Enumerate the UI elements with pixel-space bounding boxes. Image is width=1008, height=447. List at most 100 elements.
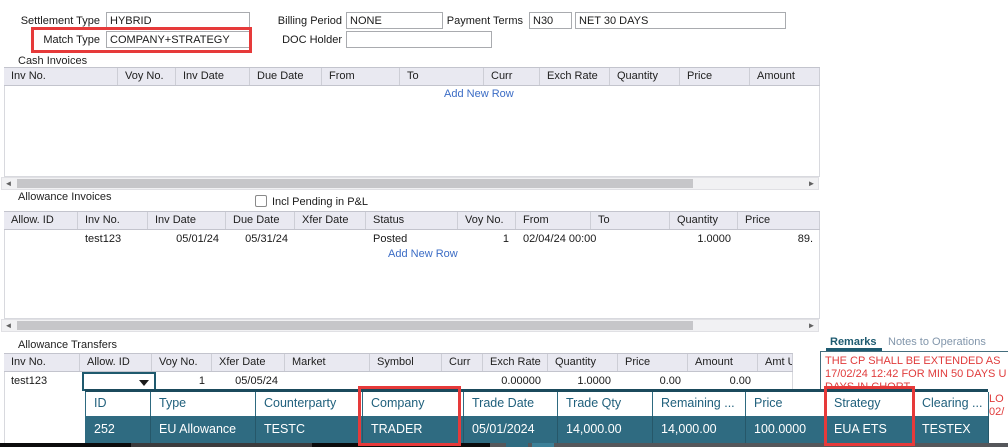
- payment-terms-description-field[interactable]: [575, 12, 786, 29]
- allowance-transfers-header-quantity: Quantity: [548, 354, 618, 371]
- annotation-box-strategy: [824, 386, 915, 446]
- doc-holder-label: DOC Holder: [240, 34, 342, 46]
- trade-dropdown-header-counterparty: Counterparty: [256, 392, 363, 416]
- taskbar-segment: [131, 443, 312, 447]
- cash-invoices-header-from: From: [322, 68, 400, 85]
- allowance-transfers-header-amount: Amount: [688, 354, 758, 371]
- allowance-invoices-header-inv-date: Inv Date: [148, 212, 226, 229]
- cash-invoices-hscrollbar[interactable]: ◄ ►: [1, 177, 819, 190]
- cash-invoices-header-row: Inv No.Voy No.Inv DateDue DateFromToCurr…: [4, 67, 820, 86]
- trade-dropdown-cell-2[interactable]: TESTC: [256, 416, 363, 443]
- allowance-invoices-header-price: Price: [738, 212, 820, 229]
- cash-invoices-header-curr: Curr: [484, 68, 540, 85]
- allowance-transfers-header-market: Market: [285, 354, 370, 371]
- cash-invoices-header-to: To: [400, 68, 484, 85]
- trade-dropdown-header-trade-date: Trade Date: [464, 392, 558, 416]
- taskbar-segment: [532, 443, 554, 447]
- allowance-transfers-cell-0[interactable]: test123: [4, 373, 80, 391]
- incl-pending-checkbox[interactable]: [255, 195, 267, 207]
- allowance-invoices-row[interactable]: test12305/01/2405/31/24 Posted102/04/24 0…: [4, 231, 820, 248]
- payment-terms-code-field[interactable]: [529, 12, 572, 29]
- allowance-transfers-title: Allowance Transfers: [18, 339, 117, 351]
- allowance-transfers-header-xfer-date: Xfer Date: [212, 354, 285, 371]
- trade-dropdown-cell-7[interactable]: 100.0000: [746, 416, 826, 443]
- trade-dropdown-cell-6[interactable]: 14,000.00: [653, 416, 746, 443]
- chevron-down-icon: [139, 380, 149, 386]
- taskbar-segment: [490, 443, 1008, 447]
- trade-dropdown-header-id: ID: [86, 392, 151, 416]
- remarks-line-fragment: LO: [989, 393, 1004, 405]
- trade-dropdown-cell-1[interactable]: EU Allowance: [151, 416, 256, 443]
- trade-dropdown-header-type: Type: [151, 392, 256, 416]
- doc-holder-field[interactable]: [346, 31, 492, 48]
- allowance-invoices-cell-7[interactable]: 02/04/24 00:00: [516, 231, 591, 248]
- allowance-invoices-cell-0[interactable]: [4, 231, 78, 248]
- allowance-invoices-header-inv-no: Inv No.: [78, 212, 148, 229]
- remarks-line: 17/02/24 12:42 FOR MIN 50 DAYS U: [825, 368, 1006, 380]
- trade-dropdown-header-clearing: Clearing ...: [914, 392, 989, 416]
- cash-invoices-add-new-row-link[interactable]: Add New Row: [444, 88, 514, 100]
- cash-invoices-title: Cash Invoices: [18, 55, 87, 67]
- allowance-transfers-header-inv-no: Inv No.: [4, 354, 80, 371]
- allowance-transfers-header-exch-rate: Exch Rate: [483, 354, 548, 371]
- allowance-invoices-cell-1[interactable]: test123: [78, 231, 148, 248]
- cash-invoices-header-exch-rate: Exch Rate: [540, 68, 610, 85]
- cash-invoices-header-voy-no: Voy No.: [118, 68, 176, 85]
- cash-invoices-scroll-thumb[interactable]: [17, 179, 693, 188]
- allowance-invoices-cell-5[interactable]: Posted: [366, 231, 458, 248]
- tab-notes-to-operations[interactable]: Notes to Operations: [888, 336, 986, 348]
- scroll-right-icon[interactable]: ►: [805, 178, 818, 189]
- allowance-invoices-hscrollbar[interactable]: ◄ ►: [1, 319, 819, 332]
- taskbar-segment: [506, 443, 528, 447]
- cash-invoices-header-quantity: Quantity: [610, 68, 680, 85]
- allowance-transfers-header-row: Inv No.Allow. IDVoy No.Xfer DateMarketSy…: [4, 353, 793, 372]
- allowance-invoices-cell-6[interactable]: 1: [458, 231, 516, 248]
- cash-invoices-body: [4, 86, 820, 177]
- page: { "form": { "settlement_type": { "label"…: [0, 0, 1008, 447]
- allowance-invoices-header-allow-id: Allow. ID: [4, 212, 78, 229]
- cash-invoices-header-due-date: Due Date: [250, 68, 322, 85]
- scroll-left-icon[interactable]: ◄: [2, 178, 15, 189]
- cash-invoices-header-inv-date: Inv Date: [176, 68, 250, 85]
- allowance-invoices-header-row: Allow. IDInv No.Inv DateDue DateXfer Dat…: [4, 211, 820, 230]
- allowance-invoices-cell-9[interactable]: 1.0000: [670, 231, 738, 248]
- allowance-invoices-header-xfer-date: Xfer Date: [295, 212, 366, 229]
- allowance-transfers-header-amt-u: Amt U: [758, 354, 793, 371]
- annotation-box-company: [358, 386, 461, 446]
- allowance-invoices-cell-8[interactable]: [591, 231, 670, 248]
- incl-pending-label: Incl Pending in P&L: [272, 196, 368, 208]
- scroll-left-icon[interactable]: ◄: [2, 320, 15, 331]
- settlement-type-label: Settlement Type: [0, 15, 100, 27]
- allowance-transfers-header-symbol: Symbol: [370, 354, 442, 371]
- allowance-invoices-title: Allowance Invoices: [18, 191, 112, 203]
- allowance-invoices-header-status: Status: [366, 212, 458, 229]
- remarks-line-fragment: 02/: [989, 406, 1004, 418]
- allowance-invoices-header-to: To: [591, 212, 670, 229]
- trade-dropdown-header-price: Price: [746, 392, 826, 416]
- billing-period-label: Billing Period: [240, 15, 342, 27]
- trade-dropdown-cell-4[interactable]: 05/01/2024: [464, 416, 558, 443]
- allowance-invoices-header-quantity: Quantity: [670, 212, 738, 229]
- allowance-invoices-scroll-thumb[interactable]: [17, 321, 693, 330]
- trade-dropdown-header-trade-qty: Trade Qty: [558, 392, 653, 416]
- tab-remarks[interactable]: Remarks: [830, 336, 876, 348]
- cash-invoices-header-amount: Amount: [750, 68, 820, 85]
- trade-dropdown-header-remaining: Remaining ...: [653, 392, 746, 416]
- scroll-right-icon[interactable]: ►: [805, 320, 818, 331]
- allowance-invoices-add-new-row-link[interactable]: Add New Row: [388, 248, 458, 260]
- allowance-transfers-header-voy-no: Voy No.: [152, 354, 212, 371]
- cash-invoices-header-inv-no: Inv No.: [4, 68, 118, 85]
- trade-dropdown-cell-5[interactable]: 14,000.00: [558, 416, 653, 443]
- allowance-invoices-header-due-date: Due Date: [226, 212, 295, 229]
- allowance-invoices-cell-3[interactable]: 05/31/24: [226, 231, 295, 248]
- allowance-invoices-cell-2[interactable]: 05/01/24: [148, 231, 226, 248]
- allowance-invoices-cell-10[interactable]: 89.: [738, 231, 820, 248]
- allowance-invoices-cell-4[interactable]: [295, 231, 366, 248]
- annotation-box-match-type: [31, 27, 252, 53]
- cash-invoices-header-price: Price: [680, 68, 750, 85]
- allowance-transfers-header-curr: Curr: [442, 354, 483, 371]
- allowance-invoices-header-voy-no: Voy No.: [458, 212, 516, 229]
- trade-dropdown-cell-0[interactable]: 252: [86, 416, 151, 443]
- trade-dropdown-cell-9[interactable]: TESTEX: [914, 416, 989, 443]
- payment-terms-label: Payment Terms: [423, 15, 523, 27]
